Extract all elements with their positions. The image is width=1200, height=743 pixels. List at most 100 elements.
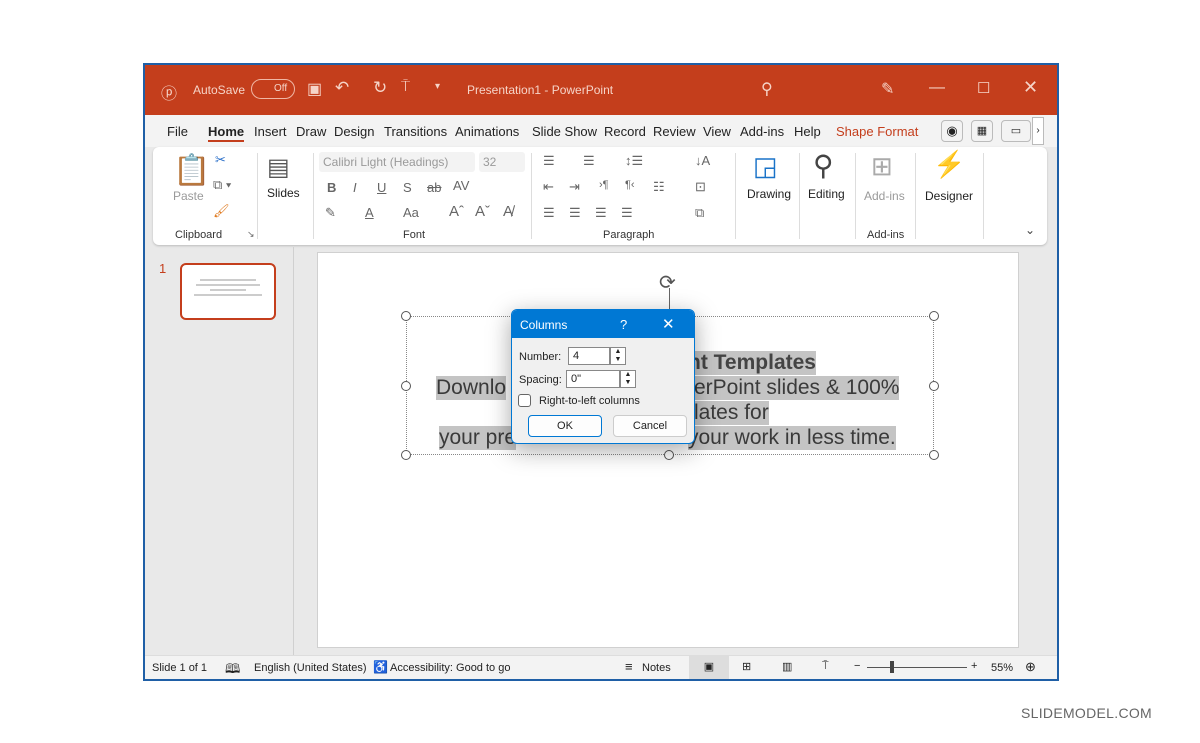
- underline-icon[interactable]: U: [377, 180, 386, 195]
- paste-icon[interactable]: 📋: [173, 153, 210, 188]
- maximize-icon[interactable]: ☐: [977, 79, 990, 97]
- zoom-slider[interactable]: [867, 667, 967, 668]
- numbering-icon[interactable]: ☰: [583, 153, 595, 169]
- search-magnifier-icon[interactable]: ⚲: [813, 149, 834, 182]
- clipboard-launcher-icon[interactable]: ↘: [247, 229, 255, 240]
- ok-button[interactable]: OK: [528, 415, 602, 437]
- tab-shape-format[interactable]: Shape Format: [836, 124, 918, 139]
- change-case-icon[interactable]: Aa: [403, 205, 419, 220]
- rotate-handle-icon[interactable]: ⟳: [659, 270, 676, 295]
- increase-indent-icon[interactable]: ⇥: [569, 179, 580, 195]
- tab-insert[interactable]: Insert: [254, 124, 287, 139]
- bullets-icon[interactable]: ☰: [543, 153, 555, 169]
- present-icon[interactable]: ⍑: [401, 78, 410, 95]
- zoom-in-icon[interactable]: +: [971, 660, 977, 672]
- font-color-icon[interactable]: A: [365, 205, 374, 220]
- tab-add-ins[interactable]: Add-ins: [740, 124, 784, 139]
- paste-button[interactable]: Paste: [173, 189, 204, 203]
- clear-formatting-icon[interactable]: A̸: [503, 203, 513, 220]
- tab-file[interactable]: File: [167, 124, 188, 139]
- drawing-icon[interactable]: ◲: [753, 151, 778, 182]
- spacing-spinner[interactable]: ▲ ▼: [620, 370, 636, 388]
- align-text-icon[interactable]: ⊡: [695, 179, 706, 195]
- resize-handle[interactable]: [401, 450, 411, 460]
- spelling-icon[interactable]: 🕮: [225, 660, 240, 679]
- autosave-toggle[interactable]: Off: [251, 79, 295, 99]
- justify-icon[interactable]: ☰: [621, 205, 633, 221]
- add-ins-button[interactable]: Add-ins: [864, 189, 905, 203]
- center-icon[interactable]: ☰: [569, 205, 581, 221]
- tab-design[interactable]: Design: [334, 124, 374, 139]
- character-spacing-icon[interactable]: AV: [453, 178, 469, 193]
- font-size-select[interactable]: 32: [479, 152, 525, 172]
- record-icon[interactable]: ◉: [941, 120, 963, 142]
- comments-icon[interactable]: ▭: [1001, 120, 1031, 142]
- highlight-icon[interactable]: ✎: [325, 205, 336, 221]
- decrease-indent-icon[interactable]: ⇤: [543, 179, 554, 195]
- tab-draw[interactable]: Draw: [296, 124, 326, 139]
- slide-layout-icon[interactable]: ▤: [267, 153, 290, 182]
- ltr-icon[interactable]: ›¶: [599, 179, 609, 191]
- resize-handle[interactable]: [929, 311, 939, 321]
- slide-sorter-icon[interactable]: ⊞: [742, 660, 751, 673]
- tab-view[interactable]: View: [703, 124, 731, 139]
- designer-button[interactable]: Designer: [925, 189, 973, 203]
- undo-icon[interactable]: ↶: [335, 78, 349, 98]
- zoom-level[interactable]: 55%: [991, 662, 1013, 674]
- spacing-input[interactable]: 0": [566, 370, 620, 388]
- increase-font-icon[interactable]: Aˆ: [449, 203, 464, 220]
- resize-handle[interactable]: [929, 450, 939, 460]
- accessibility-icon[interactable]: ♿: [373, 660, 388, 674]
- align-right-icon[interactable]: ☰: [595, 205, 607, 221]
- cancel-button[interactable]: Cancel: [613, 415, 687, 437]
- decrease-font-icon[interactable]: Aˇ: [475, 203, 490, 220]
- copy-icon[interactable]: ⧉ ▾: [213, 177, 231, 193]
- search-icon[interactable]: ⚲: [761, 79, 773, 99]
- italic-icon[interactable]: I: [353, 180, 357, 195]
- designer-icon[interactable]: ⚡: [933, 149, 965, 180]
- columns-icon[interactable]: ☷: [653, 179, 665, 195]
- rtl-icon[interactable]: ¶‹: [625, 179, 635, 191]
- tab-help[interactable]: Help: [794, 124, 821, 139]
- notes-icon[interactable]: ≡: [625, 659, 633, 674]
- save-icon[interactable]: ▣: [307, 79, 322, 99]
- scroll-tabs-icon[interactable]: ›: [1032, 117, 1044, 145]
- teams-icon[interactable]: ▦: [971, 120, 993, 142]
- pen-icon[interactable]: ✎: [881, 79, 894, 99]
- editing-button[interactable]: Editing: [808, 187, 845, 201]
- resize-handle[interactable]: [401, 381, 411, 391]
- add-ins-icon[interactable]: ⊞: [871, 151, 893, 182]
- zoom-out-icon[interactable]: −: [854, 660, 860, 672]
- bold-icon[interactable]: B: [327, 180, 336, 195]
- zoom-slider-thumb[interactable]: [890, 661, 894, 673]
- customize-toolbar-icon[interactable]: ▾: [435, 81, 440, 92]
- drawing-button[interactable]: Drawing: [747, 187, 791, 201]
- shadow-icon[interactable]: S: [403, 180, 412, 195]
- language[interactable]: English (United States): [254, 662, 367, 674]
- font-name-select[interactable]: Calibri Light (Headings): [319, 152, 475, 172]
- tab-review[interactable]: Review: [653, 124, 696, 139]
- text-direction-icon[interactable]: ↓A: [695, 153, 710, 168]
- help-button[interactable]: ?: [620, 317, 627, 332]
- number-spinner[interactable]: ▲ ▼: [610, 347, 626, 365]
- tab-record[interactable]: Record: [604, 124, 646, 139]
- tab-animations[interactable]: Animations: [455, 124, 519, 139]
- slide-thumbnail[interactable]: [180, 263, 276, 320]
- format-painter-icon[interactable]: 🖌: [213, 203, 230, 219]
- reading-view-icon[interactable]: ▥: [782, 660, 792, 673]
- strikethrough-icon[interactable]: ab: [427, 180, 441, 195]
- redo-icon[interactable]: ↻: [373, 78, 387, 98]
- fit-slide-icon[interactable]: ⊕: [1025, 659, 1036, 675]
- dialog-close-icon[interactable]: ✕: [662, 315, 675, 333]
- minimize-icon[interactable]: —: [929, 79, 945, 97]
- resize-handle[interactable]: [401, 311, 411, 321]
- tab-slide-show[interactable]: Slide Show: [532, 124, 597, 139]
- align-left-icon[interactable]: ☰: [543, 205, 555, 221]
- tab-transitions[interactable]: Transitions: [384, 124, 447, 139]
- cut-icon[interactable]: ✂: [215, 152, 226, 168]
- slideshow-view-icon[interactable]: ⍑: [822, 660, 829, 673]
- accessibility-status[interactable]: Accessibility: Good to go: [390, 662, 510, 674]
- tab-home[interactable]: Home: [208, 124, 245, 142]
- normal-view-icon[interactable]: ▣: [689, 656, 729, 679]
- number-input[interactable]: 4: [568, 347, 610, 365]
